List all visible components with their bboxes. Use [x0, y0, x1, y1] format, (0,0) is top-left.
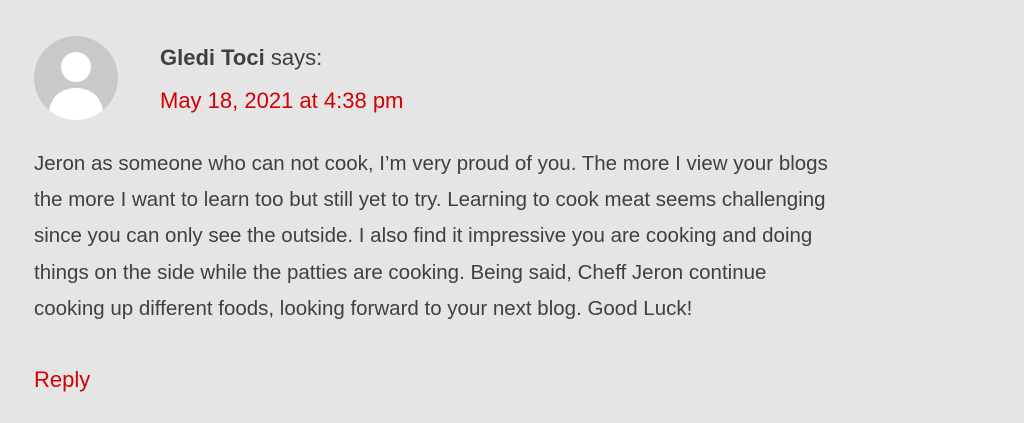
comment-body-line: cooking up different foods, looking forw… [34, 296, 693, 320]
comment-body-line: things on the side while the patties are… [34, 260, 767, 284]
default-user-avatar-icon [34, 36, 118, 120]
comment-date-link[interactable]: May 18, 2021 at 4:38 pm [160, 86, 403, 116]
comment-body-line: since you can only see the outside. I al… [34, 224, 813, 248]
avatar-silhouette [48, 52, 104, 120]
comment: Gledi Toci says: May 18, 2021 at 4:38 pm… [0, 0, 1024, 423]
comment-body-line: the more I want to learn too but still y… [34, 188, 826, 212]
author-line: Gledi Toci says: [160, 42, 403, 74]
says-label: says: [270, 45, 323, 70]
comment-body-line: Jeron as someone who can not cook, I’m v… [34, 152, 828, 175]
comment-author-name: Gledi Toci [160, 45, 265, 70]
comment-meta: Gledi Toci says: May 18, 2021 at 4:38 pm [160, 42, 403, 116]
comment-body: Jeron as someone who can not cook, I’m v… [34, 146, 984, 327]
reply-button[interactable]: Reply [34, 364, 90, 396]
